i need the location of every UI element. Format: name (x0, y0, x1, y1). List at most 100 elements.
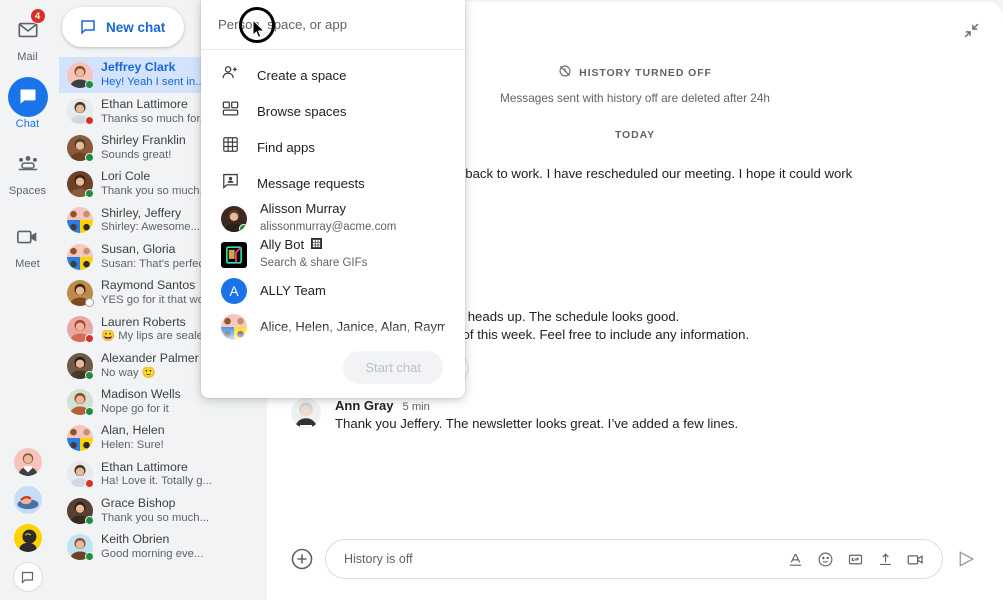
message-timestamp: 5 min (403, 401, 430, 413)
message-author: Ann Gray (335, 398, 394, 413)
new-chat-label: New chat (106, 20, 165, 35)
dropdown-suggestion-list[interactable]: Alisson Murray alissonmurray@acme.com Ally… (201, 201, 465, 344)
chat-item-name: Keith Obrien (101, 533, 255, 547)
upload-icon[interactable] (872, 546, 898, 572)
avatar (221, 242, 247, 268)
rail-label-spaces: Spaces (9, 185, 46, 197)
app-badge-icon (311, 238, 322, 253)
rail-item-mail[interactable]: 4 Mail (4, 10, 52, 63)
presence-indicator (85, 371, 94, 380)
message-input-placeholder: History is off (344, 552, 778, 566)
avatar (67, 135, 93, 161)
svg-text:A: A (229, 284, 239, 299)
chat-list-item[interactable]: Alan, HelenHelen: Sure! (59, 420, 261, 456)
new-chat-dropdown: Person, space, or app Create a space (201, 0, 465, 398)
dropdown-suggestion-sub: Search & share GIFs (260, 257, 367, 269)
avatar (67, 62, 93, 88)
presence-indicator (85, 552, 94, 561)
rail-item-chat[interactable]: Chat (4, 77, 52, 130)
dropdown-action-find-apps[interactable]: Find apps (201, 129, 465, 165)
avatar (67, 389, 93, 415)
avatar (67, 171, 93, 197)
chat-item-preview: Ha! Love it. Totally g... (101, 475, 255, 488)
spaces-icon (8, 144, 48, 184)
dropdown-suggestion-name-text: Ally Bot (260, 238, 304, 253)
message-text: Thank you Jeffery. The newsletter looks … (335, 415, 979, 434)
video-meet-icon[interactable] (902, 546, 928, 572)
collapse-arrows-icon[interactable] (957, 16, 985, 44)
rail-label-meet: Meet (15, 258, 40, 270)
dropdown-suggestion-sub: alissonmurray@acme.com (260, 221, 396, 233)
presence-indicator (239, 224, 247, 232)
rail-label-chat: Chat (16, 118, 40, 130)
chat-list-item[interactable]: Grace BishopThank you so much... (59, 493, 261, 529)
presence-indicator (85, 479, 94, 488)
mail-icon: 4 (8, 10, 48, 50)
dropdown-action-create-a-space[interactable]: Create a space (201, 57, 465, 93)
chat-item-preview: Good morning eve... (101, 548, 255, 561)
dropdown-action-label: Browse spaces (257, 104, 346, 119)
dropdown-action-label: Find apps (257, 140, 315, 155)
rail-label-mail: Mail (17, 51, 38, 63)
meet-icon (8, 217, 48, 257)
dropdown-suggestion-name-text: Alisson Murray (260, 202, 346, 217)
new-chat-button[interactable]: New chat (62, 7, 184, 47)
avatar (67, 98, 93, 124)
chat-list-item[interactable]: Ethan LattimoreHa! Love it. Totally g... (59, 456, 261, 492)
chat-item-name: Grace Bishop (101, 497, 255, 511)
dropdown-scroll-fade (201, 324, 465, 344)
avatar (67, 280, 93, 306)
history-off-title: HISTORY TURNED OFF (579, 67, 712, 79)
rail-item-spaces[interactable]: Spaces (4, 144, 52, 197)
chat-icon (8, 77, 48, 117)
history-off-icon (558, 64, 572, 81)
presence-indicator (85, 116, 94, 125)
dropdown-suggestion-item[interactable]: Alisson Murray alissonmurray@acme.com (201, 201, 465, 237)
avatar-person-2[interactable] (14, 486, 42, 514)
chat-item-name: Ethan Lattimore (101, 461, 255, 475)
dropdown-suggestion-name: Ally Bot (260, 238, 445, 253)
send-icon[interactable] (953, 545, 981, 573)
chat-item-preview: Thank you so much... (101, 512, 255, 525)
avatar-person-1[interactable] (14, 448, 42, 476)
message-input[interactable]: History is off (325, 539, 943, 579)
chat-item-name: Alan, Helen (101, 424, 255, 438)
presence-indicator (85, 153, 94, 162)
dropdown-search-field[interactable]: Person, space, or app (201, 0, 465, 50)
avatar (67, 353, 93, 379)
rail-chat-bubble-button[interactable] (13, 562, 43, 592)
apps-grid-icon (221, 135, 240, 159)
dropdown-action-message-requests[interactable]: Message requests (201, 165, 465, 201)
presence-indicator (85, 189, 94, 198)
gif-icon[interactable] (842, 546, 868, 572)
presence-indicator (85, 80, 94, 89)
dropdown-suggestion-name-text: ALLY Team (260, 284, 326, 299)
avatar (221, 206, 247, 232)
mail-unread-badge: 4 (30, 8, 46, 24)
dropdown-action-label: Create a space (257, 68, 346, 83)
dropdown-suggestion-name: ALLY Team (260, 284, 445, 299)
avatar-person-3[interactable] (14, 524, 42, 552)
google-chat-window: 4 Mail Chat Spaces (0, 0, 1003, 600)
presence-indicator (85, 516, 94, 525)
start-chat-button[interactable]: Start chat (343, 351, 443, 384)
text-format-icon[interactable] (782, 546, 808, 572)
dropdown-results[interactable]: Create a space Browse spaces (201, 50, 465, 344)
dropdown-suggestion-item[interactable]: Ally Bot Search & share GIFs (201, 237, 465, 273)
person-add-icon (221, 63, 240, 87)
add-circle-icon[interactable] (289, 546, 315, 572)
dropdown-suggestion-item[interactable]: A ALLY Team (201, 273, 465, 309)
avatar (67, 425, 93, 451)
avatar (291, 398, 321, 428)
browse-spaces-icon (221, 99, 240, 123)
dropdown-suggestion-name: Alisson Murray (260, 202, 445, 217)
chat-bubble-icon (79, 18, 97, 36)
presence-indicator (85, 334, 94, 343)
dropdown-footer: Start chat (201, 344, 465, 398)
dropdown-action-browse-spaces[interactable]: Browse spaces (201, 93, 465, 129)
rail-item-meet[interactable]: Meet (4, 217, 52, 270)
avatar (67, 498, 93, 524)
emoji-icon[interactable] (812, 546, 838, 572)
message-item: Ann Gray 5 min Thank you Jeffery. The ne… (291, 398, 979, 434)
chat-list-item[interactable]: Keith ObrienGood morning eve... (59, 529, 261, 565)
